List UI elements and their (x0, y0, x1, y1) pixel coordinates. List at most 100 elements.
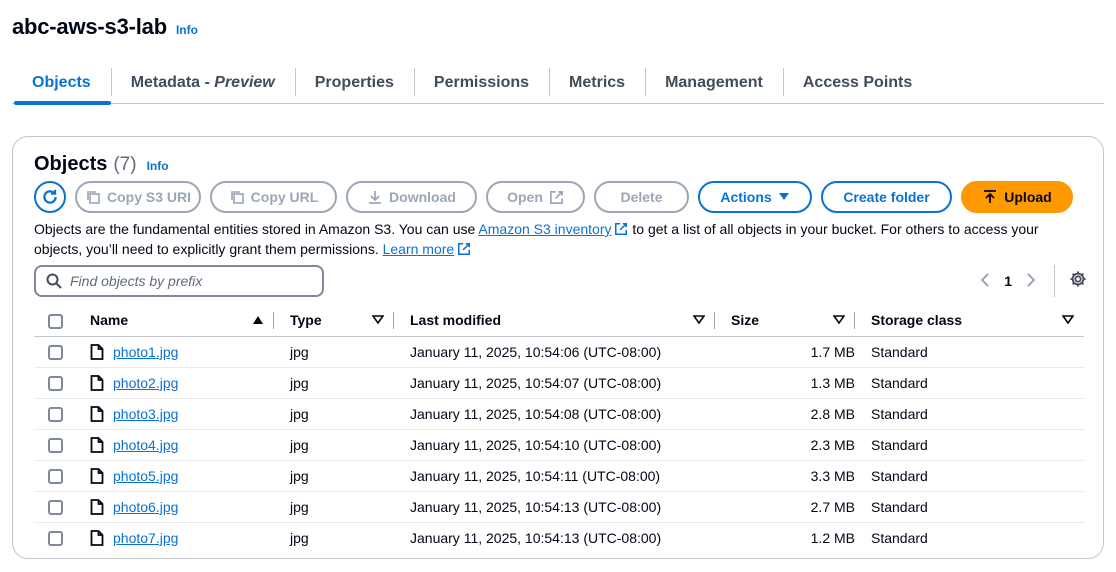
table-row[interactable]: photo4.jpg jpg January 11, 2025, 10:54:1… (34, 429, 1084, 461)
table-header-row: Name Type Last modified Size Storage cla… (34, 305, 1084, 337)
sort-icon (372, 315, 384, 325)
button-label: Copy S3 URI (106, 189, 191, 205)
file-icon (90, 374, 104, 391)
sort-icon (693, 315, 705, 325)
objects-info-link[interactable]: Info (147, 159, 169, 173)
type-cell: jpg (290, 529, 309, 546)
row-select-cell (34, 429, 90, 461)
storage-class-cell: Standard (855, 336, 1084, 368)
tab-properties[interactable]: Properties (294, 62, 414, 104)
file-icon (90, 436, 104, 453)
button-label: Open (507, 189, 543, 205)
name-cell: photo3.jpg (90, 398, 274, 430)
s3-inventory-link[interactable]: Amazon S3 inventory (478, 221, 611, 237)
table-row[interactable]: photo7.jpg jpg January 11, 2025, 10:54:1… (34, 522, 1084, 553)
table-row[interactable]: photo3.jpg jpg January 11, 2025, 10:54:0… (34, 398, 1084, 430)
table-row[interactable]: photo2.jpg jpg January 11, 2025, 10:54:0… (34, 367, 1084, 399)
bucket-info-link[interactable]: Info (176, 23, 198, 37)
tab-metrics[interactable]: Metrics (549, 62, 645, 104)
column-label: Last modified (410, 312, 502, 329)
type-cell: jpg (274, 367, 394, 399)
tab-access-points[interactable]: Access Points (782, 62, 932, 104)
table-row[interactable]: photo5.jpg jpg January 11, 2025, 10:54:1… (34, 460, 1084, 492)
external-link-icon (458, 242, 471, 256)
button-label: Copy URL (250, 189, 319, 205)
file-icon (90, 405, 104, 422)
object-name-link[interactable]: photo1.jpg (113, 344, 178, 360)
table-body: photo1.jpg jpg January 11, 2025, 10:54:0… (34, 336, 1084, 553)
size-cell: 2.3 MB (715, 429, 855, 461)
column-label: Type (290, 312, 322, 329)
table-row[interactable]: photo1.jpg jpg January 11, 2025, 10:54:0… (34, 336, 1084, 368)
name-cell: photo1.jpg (90, 336, 274, 368)
copy-s3-uri-button[interactable]: Copy S3 URI (75, 181, 201, 213)
type-cell: jpg (274, 429, 394, 461)
tab-objects[interactable]: Objects (12, 62, 111, 105)
tab-label: Properties (314, 73, 394, 91)
tab-permissions[interactable]: Permissions (413, 62, 549, 104)
gear-icon (1070, 270, 1086, 287)
tab-label: Metrics (569, 73, 626, 91)
column-header-storage-class[interactable]: Storage class (855, 305, 1084, 337)
learn-more-link[interactable]: Learn more (383, 241, 455, 257)
tab-label: Objects (32, 73, 91, 91)
pagination: 1 (980, 265, 1087, 297)
name-cell: photo6.jpg (90, 491, 274, 523)
size-cell: 1.2 MB (810, 529, 855, 546)
object-name-link[interactable]: photo2.jpg (113, 375, 178, 391)
upload-button[interactable]: Upload (961, 181, 1073, 213)
search-icon (46, 273, 62, 289)
page-number[interactable]: 1 (1004, 273, 1012, 289)
object-name-link[interactable]: photo4.jpg (113, 437, 178, 453)
storage-class-cell: Standard (855, 460, 1084, 492)
preferences-button[interactable] (1069, 270, 1087, 293)
last-modified-cell: January 11, 2025, 10:54:13 (UTC-08:00) (410, 529, 662, 546)
bucket-header: abc-aws-s3-lab Info (12, 14, 198, 40)
row-checkbox[interactable] (48, 499, 63, 515)
description-text: Objects are the fundamental entities sto… (34, 221, 479, 237)
previous-page-button[interactable] (980, 271, 990, 292)
column-header-size[interactable]: Size (715, 305, 855, 337)
object-name-link[interactable]: photo5.jpg (113, 468, 178, 484)
size-cell: 1.3 MB (715, 367, 855, 399)
row-checkbox[interactable] (48, 437, 63, 453)
tab-management[interactable]: Management (645, 62, 783, 104)
toolbar: Copy S3 URI Copy URL Download Open Delet… (34, 181, 1073, 213)
size-cell: 1.7 MB (715, 336, 855, 368)
refresh-button[interactable] (34, 181, 66, 213)
column-header-name[interactable]: Name (90, 305, 274, 337)
row-select-cell (34, 398, 90, 430)
column-label: Storage class (871, 312, 963, 329)
table-row[interactable]: photo6.jpg jpg January 11, 2025, 10:54:1… (34, 491, 1084, 523)
size-cell: 2.7 MB (715, 491, 855, 523)
object-name-link[interactable]: photo3.jpg (113, 406, 178, 422)
copy-url-button[interactable]: Copy URL (210, 181, 337, 213)
column-label: Size (731, 312, 760, 329)
file-icon (90, 343, 104, 360)
select-all-checkbox[interactable] (48, 313, 63, 329)
chevron-right-icon (1027, 272, 1036, 287)
row-select-cell (34, 522, 90, 553)
row-checkbox[interactable] (48, 375, 63, 391)
object-name-link[interactable]: photo6.jpg (113, 499, 178, 515)
search-input[interactable] (70, 273, 300, 289)
object-name-link[interactable]: photo7.jpg (113, 530, 178, 546)
sort-icon (1062, 315, 1074, 325)
actions-dropdown[interactable]: Actions (698, 181, 812, 213)
tab-label: Access Points (802, 73, 913, 91)
open-button[interactable]: Open (486, 181, 585, 213)
column-header-type[interactable]: Type (274, 305, 394, 337)
column-header-last-modified[interactable]: Last modified (394, 305, 715, 337)
delete-button[interactable]: Delete (594, 181, 689, 213)
copy-icon (87, 191, 100, 204)
tab-metadata[interactable]: Metadata - Preview (110, 62, 295, 104)
sort-ascending-icon (253, 316, 263, 325)
download-button[interactable]: Download (346, 181, 477, 213)
row-checkbox[interactable] (48, 531, 63, 547)
row-select-cell (34, 460, 90, 492)
row-checkbox[interactable] (48, 406, 63, 422)
next-page-button[interactable] (1026, 271, 1036, 292)
row-checkbox[interactable] (48, 344, 63, 360)
create-folder-button[interactable]: Create folder (821, 181, 952, 213)
row-checkbox[interactable] (48, 468, 63, 484)
